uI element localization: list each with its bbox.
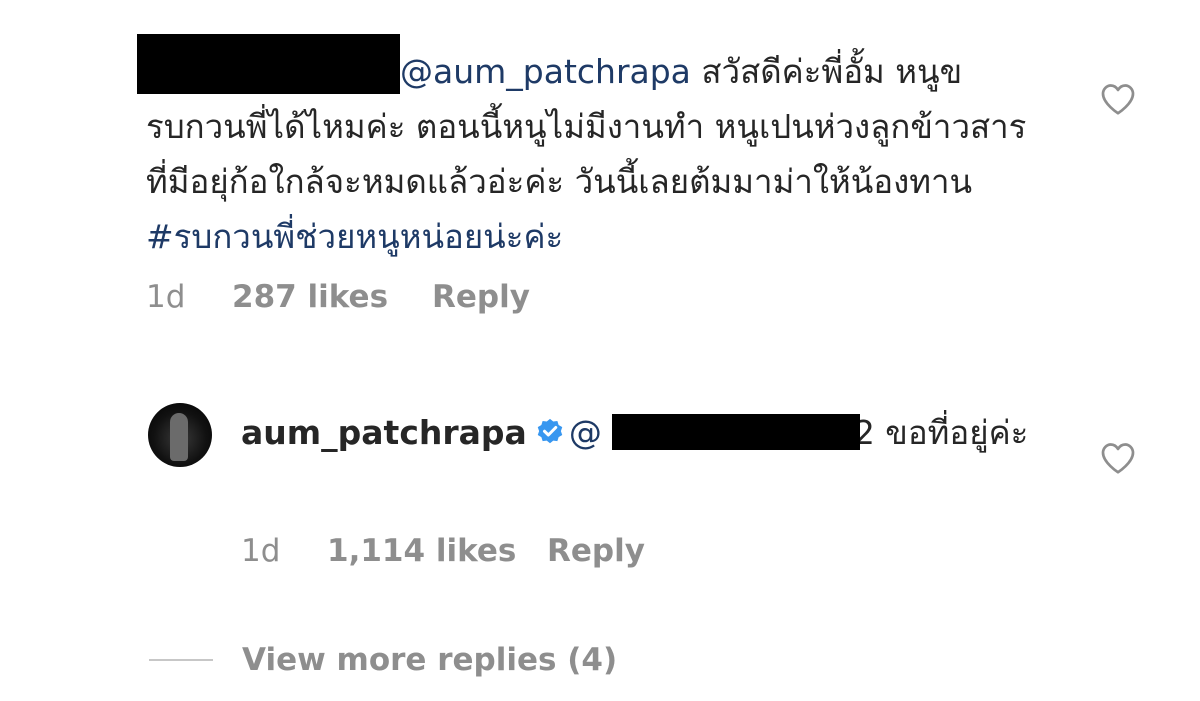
reply-body: 2 ขอที่อยู่ค่ะ (853, 413, 1029, 452)
reply-mention-prefix[interactable]: @ (569, 413, 602, 452)
comment-meta: 1d 287 likes Reply (146, 279, 530, 315)
reply-username-link[interactable]: aum_patchrapa (241, 413, 527, 452)
view-more-replies-label: View more replies (4) (242, 642, 618, 678)
redacted-username (137, 34, 400, 94)
divider-line (149, 659, 213, 661)
comment-likes-link[interactable]: 287 likes (232, 279, 432, 315)
reply-meta: 1d 1,114 likes Reply (241, 533, 645, 569)
reply-timestamp: 1d (241, 533, 281, 569)
comment-timestamp: 1d (146, 279, 186, 315)
reply-likes-link[interactable]: 1,114 likes (327, 533, 547, 569)
avatar-figure (170, 413, 188, 461)
comment-mention-link[interactable]: @aum_patchrapa (400, 52, 691, 91)
comments-thread: @aum_patchrapa สวัสดีค่ะพี่อั้ม หนูขรบกว… (0, 0, 1200, 701)
heart-outline-icon[interactable] (1100, 441, 1136, 475)
comment-hashtag-link[interactable]: #รบกวนพี่ช่วยหนูหน่อยน่ะค่ะ (146, 217, 563, 256)
view-more-replies-button[interactable]: View more replies (4) (149, 640, 617, 680)
verified-badge-icon (537, 418, 563, 444)
reply-reply-button[interactable]: Reply (547, 533, 645, 569)
redacted-mention (612, 414, 860, 450)
heart-outline-icon[interactable] (1100, 82, 1136, 116)
comment-reply-button[interactable]: Reply (432, 279, 530, 315)
avatar[interactable] (148, 403, 212, 467)
